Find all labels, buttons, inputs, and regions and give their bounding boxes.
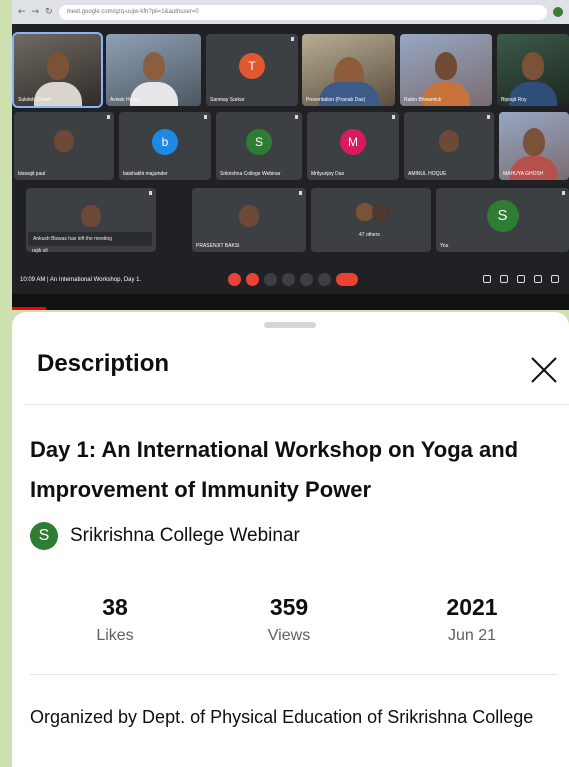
participant-name-label: rajib sil	[32, 248, 48, 254]
more-options-icon[interactable]	[318, 273, 331, 286]
avatar: T	[239, 52, 265, 79]
sheet-title: Description	[37, 350, 170, 377]
channel-row[interactable]: S Srikrishna College Webinar	[30, 522, 300, 550]
chat-icon[interactable]	[517, 275, 525, 283]
captions-icon[interactable]	[264, 273, 277, 286]
participant-tile[interactable]: S Srikrishna College Webinar	[216, 112, 302, 180]
avatar: M	[340, 128, 366, 155]
participant-tile[interactable]: PRASENJIT BAKSI	[192, 188, 306, 252]
avatar: S	[486, 200, 519, 233]
participant-tile[interactable]: AMINUL HOQUE	[404, 112, 494, 180]
video-progress-bar[interactable]	[12, 294, 569, 310]
channel-avatar[interactable]: S	[30, 522, 58, 550]
close-icon[interactable]	[524, 350, 564, 390]
participant-tile[interactable]: MAHUYA GHOSH	[499, 112, 569, 180]
date-stat: 2021 Jun 21	[446, 594, 498, 644]
participant-tile[interactable]: Sukdeb Ghosh	[12, 32, 103, 108]
reload-icon[interactable]: ↻	[45, 7, 53, 17]
info-icon[interactable]	[483, 275, 491, 283]
toast-message: Ankush Biswas has left the meeting	[28, 232, 152, 246]
address-bar[interactable]: meet.google.com/qzq-uujw-kfh?pli=1&authu…	[58, 4, 547, 20]
meet-controls: 10:09 AM | An International Workshop, Da…	[12, 268, 569, 292]
participant-tile[interactable]: biswajit paul	[14, 112, 114, 180]
meeting-info: 10:09 AM | An International Workshop, Da…	[20, 277, 142, 283]
participant-tile[interactable]: Avisek Hazra	[106, 34, 201, 106]
meet-video-screenshot[interactable]: ← → ↻ meet.google.com/qzq-uujw-kfh?pli=1…	[12, 0, 569, 310]
likes-stat: 38 Likes	[96, 594, 134, 644]
video-progress-fill	[12, 307, 46, 310]
profile-icon[interactable]	[553, 7, 563, 17]
avatar: S	[246, 128, 272, 155]
self-tile[interactable]: S You	[436, 188, 569, 252]
participant-tile[interactable]: T Sanmay Sarkar	[206, 34, 298, 106]
mic-off-icon[interactable]	[228, 273, 241, 286]
description-text: Organized by Dept. of Physical Education…	[30, 707, 534, 727]
participant-tile[interactable]: Biprajit Roy	[497, 34, 569, 106]
others-tile[interactable]: 47 others	[311, 188, 431, 252]
present-icon[interactable]	[300, 273, 313, 286]
browser-toolbar: ← → ↻ meet.google.com/qzq-uujw-kfh?pli=1…	[12, 0, 569, 24]
divider	[24, 404, 569, 405]
participant-tile[interactable]: Rabin Bhowmick	[400, 34, 492, 106]
channel-name[interactable]: Srikrishna College Webinar	[70, 525, 300, 547]
participant-tile[interactable]: M Mrityunjoy Das	[307, 112, 399, 180]
raise-hand-icon[interactable]	[282, 273, 295, 286]
drag-handle[interactable]	[264, 322, 316, 328]
video-title: Day 1: An International Workshop on Yoga…	[30, 437, 519, 502]
activities-icon[interactable]	[534, 275, 542, 283]
camera-off-icon[interactable]	[246, 273, 259, 286]
participant-tile[interactable]: b baishakhi majumder	[119, 112, 211, 180]
people-icon[interactable]	[500, 275, 508, 283]
presenter-tile[interactable]: Presentation (Pranab Das)	[302, 34, 395, 106]
avatar: b	[152, 128, 178, 155]
end-call-icon[interactable]	[336, 273, 358, 286]
lock-icon[interactable]	[551, 275, 559, 283]
description-sheet: Description Day 1: An International Work…	[12, 312, 569, 767]
views-stat: 359 Views	[267, 594, 311, 644]
forward-icon[interactable]: →	[32, 7, 40, 17]
divider	[30, 674, 557, 675]
back-icon[interactable]: ←	[18, 7, 26, 17]
